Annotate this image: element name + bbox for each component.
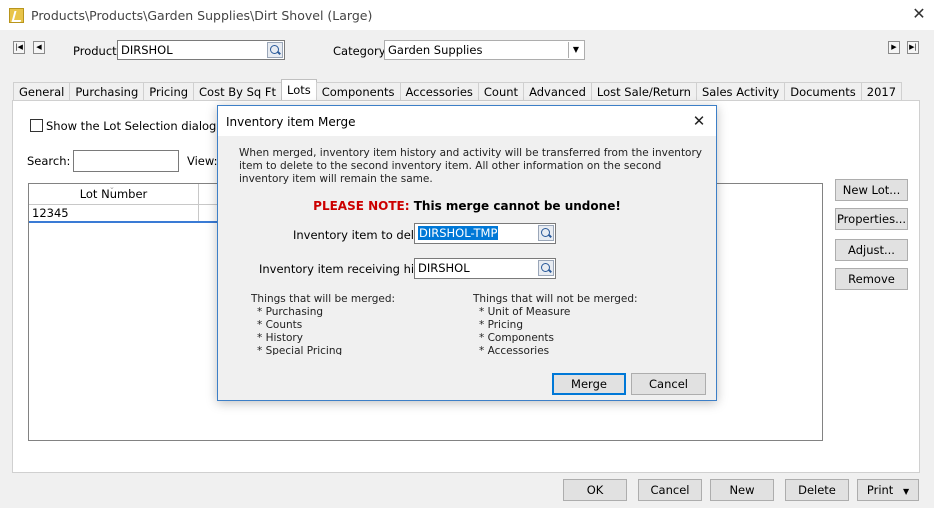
dialog-title-bar: Inventory item Merge ✕ — [218, 106, 716, 136]
product-label: Product: — [73, 44, 121, 58]
tab-pricing[interactable]: Pricing — [143, 82, 195, 100]
table-row[interactable]: 12345 — [29, 205, 219, 223]
tab-lots[interactable]: Lots — [280, 79, 317, 101]
receiving-item-lookup-icon[interactable] — [538, 260, 554, 276]
list-item: * Unit of Measure — [479, 306, 571, 318]
tab-lost-sale-return[interactable]: Lost Sale/Return — [590, 82, 697, 100]
app-logo-icon — [9, 8, 24, 23]
chevron-down-icon[interactable]: ▼ — [568, 42, 583, 58]
column-header-lot-number[interactable]: ⌄ Lot Number — [29, 184, 199, 205]
tab-strip: General Purchasing Pricing Cost By Sq Ft… — [13, 79, 903, 101]
next-record-icon[interactable]: ▶ — [888, 41, 900, 54]
dialog-title: Inventory item Merge — [226, 115, 356, 129]
tab-components[interactable]: Components — [315, 82, 401, 100]
sort-arrow-icon: ⌄ — [109, 183, 115, 191]
list-item: * Accessories — [479, 345, 550, 355]
last-record-icon[interactable]: ▶| — [907, 41, 919, 54]
tab-count[interactable]: Count — [477, 82, 525, 100]
search-input[interactable] — [73, 150, 179, 172]
list-item: * Components — [479, 332, 555, 344]
show-lot-dialog-checkbox[interactable] — [30, 119, 43, 132]
list-item: * History — [257, 332, 303, 344]
list-item: * Purchasing — [257, 306, 324, 318]
lot-number-cell: 12345 — [29, 205, 199, 221]
chevron-down-icon: ▼ — [902, 487, 910, 496]
product-field[interactable]: DIRSHOL — [117, 40, 285, 60]
product-lookup-icon[interactable] — [267, 42, 283, 58]
tab-advanced[interactable]: Advanced — [523, 82, 592, 100]
not-merged-heading: Things that will not be merged: — [473, 293, 638, 305]
first-record-icon[interactable]: |◀ — [13, 41, 25, 54]
merge-button[interactable]: Merge — [552, 373, 626, 395]
search-label: Search: — [27, 154, 71, 168]
merge-dialog: Inventory item Merge ✕ When merged, inve… — [217, 105, 717, 401]
list-item: * Counts — [257, 319, 303, 331]
print-button-label: Print — [866, 483, 894, 497]
tab-cost-by-sq-ft[interactable]: Cost By Sq Ft — [193, 82, 282, 100]
list-item: * Pricing — [479, 319, 523, 331]
tab-documents[interactable]: Documents — [784, 82, 862, 100]
dialog-close-icon[interactable]: ✕ — [688, 111, 710, 131]
window-close-icon[interactable]: ✕ — [910, 4, 928, 24]
delete-item-field[interactable]: DIRSHOL-TMP — [414, 223, 556, 244]
tab-general[interactable]: General — [13, 82, 71, 100]
merged-list: Things that will be merged: * Purchasing… — [251, 293, 451, 355]
dialog-cancel-button[interactable]: Cancel — [631, 373, 706, 395]
category-label: Category: — [333, 44, 389, 58]
ok-button[interactable]: OK — [563, 479, 627, 501]
delete-button[interactable]: Delete — [785, 479, 849, 501]
list-item: * Special Pricing — [257, 345, 343, 355]
warning-text: This merge cannot be undone! — [413, 199, 621, 213]
tab-2017[interactable]: 2017 — [860, 82, 903, 100]
print-button[interactable]: Print ▼ — [857, 479, 919, 501]
not-merged-list: Things that will not be merged: * Unit o… — [473, 293, 693, 355]
receiving-item-field[interactable]: DIRSHOL — [414, 258, 556, 279]
properties-button[interactable]: Properties... — [835, 208, 908, 230]
remove-button[interactable]: Remove — [835, 268, 908, 290]
merge-warning: PLEASE NOTE: This merge cannot be undone… — [218, 199, 716, 213]
category-value: Garden Supplies — [388, 43, 483, 57]
new-lot-button[interactable]: New Lot... — [835, 179, 908, 201]
new-button[interactable]: New — [710, 479, 774, 501]
delete-item-lookup-icon[interactable] — [538, 225, 554, 241]
warning-label: PLEASE NOTE: — [313, 199, 410, 213]
view-label: View: — [187, 154, 218, 168]
previous-record-icon[interactable]: ◀ — [33, 41, 45, 54]
product-value: DIRSHOL — [121, 43, 173, 57]
tab-purchasing[interactable]: Purchasing — [69, 82, 145, 100]
tab-accessories[interactable]: Accessories — [399, 82, 479, 100]
cancel-button[interactable]: Cancel — [638, 479, 702, 501]
adjust-button[interactable]: Adjust... — [835, 239, 908, 261]
tab-sales-activity[interactable]: Sales Activity — [695, 82, 786, 100]
category-select[interactable]: Garden Supplies ▼ — [384, 40, 585, 60]
receiving-item-value: DIRSHOL — [418, 261, 470, 275]
title-bar: Products\Products\Garden Supplies\Dirt S… — [0, 0, 934, 30]
merge-description: When merged, inventory item history and … — [239, 147, 703, 185]
window-title: Products\Products\Garden Supplies\Dirt S… — [31, 8, 373, 23]
column-header-filler — [199, 184, 219, 205]
delete-item-value: DIRSHOL-TMP — [418, 226, 499, 240]
merged-heading: Things that will be merged: — [251, 293, 396, 305]
